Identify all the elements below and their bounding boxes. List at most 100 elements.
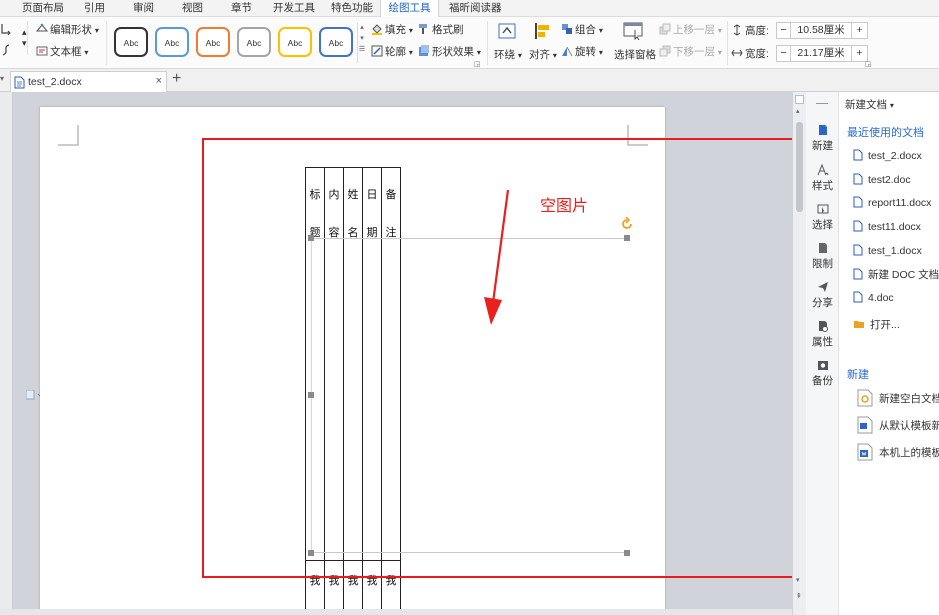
dialog-launcher-icon[interactable]: ◲	[865, 60, 872, 68]
recent-document-item[interactable]: test_2.docx	[853, 149, 922, 162]
recent-document-item[interactable]: 4.doc	[853, 291, 894, 304]
shape-style-3[interactable]: Abc	[196, 27, 230, 57]
recent-document-item[interactable]: test11.docx	[853, 220, 921, 233]
rail-item-restrict[interactable]: 限制	[806, 242, 839, 271]
dropdown-arrow-icon[interactable]: ▾	[22, 36, 27, 50]
outline-button[interactable]: 轮廓 ▾	[371, 45, 413, 60]
edit-shape-label: 编辑形状	[50, 24, 92, 36]
tab-references[interactable]: 引用	[84, 0, 105, 17]
height-input[interactable]: 10.58厘米	[792, 23, 850, 38]
height-decrease-button[interactable]: −	[777, 23, 791, 38]
close-tab-icon[interactable]: ×	[156, 75, 162, 87]
document-tab[interactable]: test_2.docx ×	[10, 71, 167, 92]
scroll-down-icon[interactable]: ▾	[796, 576, 800, 584]
tab-special-features[interactable]: 特色功能	[331, 0, 373, 17]
bring-forward-button[interactable]: 上移一层 ▾	[659, 23, 722, 38]
scroll-settings-icon[interactable]	[795, 95, 804, 104]
textbox-button[interactable]: 文本框 ▾	[36, 45, 88, 60]
fill-button[interactable]: 填充 ▾	[371, 23, 413, 38]
open-document-button[interactable]: 打开...	[853, 317, 900, 332]
previous-page-icon[interactable]: ⇞	[796, 592, 802, 600]
recent-document-item[interactable]: test2.doc	[853, 173, 911, 186]
horizontal-scrollbar[interactable]	[0, 609, 792, 615]
width-increase-button[interactable]: +	[851, 46, 867, 61]
recent-document-item[interactable]: report11.docx	[853, 196, 931, 209]
curve-connector-icon[interactable]	[0, 22, 12, 36]
rotate-button[interactable]: 旋转 ▾	[561, 45, 603, 60]
edit-shape-button[interactable]: 编辑形状 ▾	[36, 23, 99, 38]
rail-item-backup[interactable]: 备份	[806, 359, 839, 388]
wrap-text-icon	[498, 23, 516, 39]
restrict-icon	[818, 243, 827, 253]
sidebar-rail: 新建 样式 选择 限制 分享 属性 备份	[806, 92, 839, 615]
rail-item-new[interactable]: 新建	[806, 124, 839, 153]
recent-document-item[interactable]: test_1.docx	[853, 244, 922, 257]
style-gallery-scroller[interactable]: ▴ ▾ ☰	[357, 23, 366, 63]
selection-pane-button[interactable]: 选择窗格	[614, 48, 656, 62]
scrollbar-thumb[interactable]	[796, 122, 803, 212]
share-icon	[817, 282, 828, 292]
wrap-button[interactable]: 环绕 ▾	[494, 48, 522, 63]
scroll-up-icon[interactable]: ▴	[796, 107, 800, 115]
width-stepper[interactable]: − 21.17厘米 +	[776, 45, 868, 62]
height-increase-button[interactable]: +	[851, 23, 867, 38]
shape-style-6[interactable]: Abc	[319, 27, 353, 57]
tab-chapter[interactable]: 章节	[231, 0, 252, 17]
tab-developer[interactable]: 开发工具	[273, 0, 315, 17]
width-decrease-button[interactable]: −	[777, 46, 791, 61]
tab-page-layout[interactable]: 页面布局	[22, 0, 64, 17]
tab-review[interactable]: 审阅	[133, 0, 154, 17]
format-painter-button[interactable]: 格式刷	[418, 23, 464, 37]
width-icon	[731, 49, 743, 57]
bring-forward-icon	[659, 23, 671, 35]
recent-document-item[interactable]: 新建 DOC 文档.	[853, 267, 939, 282]
rail-item-style[interactable]: 样式	[806, 164, 839, 193]
ribbon-separator	[106, 21, 107, 65]
shape-style-4[interactable]: Abc	[237, 27, 271, 57]
style-icon	[817, 164, 828, 176]
ribbon-separator	[727, 21, 728, 65]
edit-shape-icon	[36, 23, 48, 32]
new-document-icon	[818, 125, 827, 135]
shape-style-5[interactable]: Abc	[278, 27, 312, 57]
shape-style-2[interactable]: Abc	[155, 27, 189, 57]
rotate-icon	[562, 46, 573, 57]
new-from-default-template-button[interactable]: 从默认模板新	[857, 416, 939, 434]
document-file-icon	[853, 268, 863, 280]
rotate-label: 旋转	[575, 46, 596, 58]
freeform-curve-icon[interactable]	[0, 43, 12, 57]
rail-item-share[interactable]: 分享	[806, 281, 839, 310]
rail-item-properties[interactable]: 属性	[806, 320, 839, 349]
send-backward-button[interactable]: 下移一层 ▾	[659, 45, 722, 60]
dialog-launcher-icon[interactable]: ◲	[474, 60, 481, 68]
new-tab-button[interactable]: +	[172, 70, 181, 88]
rail-item-select[interactable]: 选择	[806, 203, 839, 232]
selection-pane-label: 选择窗格	[614, 49, 656, 61]
vertical-scrollbar[interactable]: ▴ ▾ ⇞	[792, 92, 806, 615]
left-navigation-strip	[0, 92, 13, 615]
group-label: 组合	[575, 24, 596, 36]
send-backward-label: 下移一层	[673, 46, 715, 58]
backup-icon	[817, 361, 828, 370]
group-button[interactable]: 组合 ▾	[561, 23, 603, 38]
new-document-dropdown[interactable]: 新建文档 ▾	[845, 97, 894, 112]
tab-list-dropdown-icon[interactable]: ▾	[0, 74, 4, 83]
width-field-label: 宽度:	[731, 47, 769, 61]
document-side-panel: 新建文档 ▾ 最近使用的文档 test_2.docx test2.doc rep…	[839, 92, 939, 615]
word-document-icon	[14, 76, 25, 89]
align-button[interactable]: 对齐 ▾	[529, 48, 557, 63]
template-document-icon	[857, 416, 873, 434]
tab-drawing-tools[interactable]: 绘图工具	[380, 0, 439, 17]
shape-effects-label: 形状效果	[432, 46, 474, 58]
wrap-label: 环绕	[494, 49, 515, 61]
local-templates-button[interactable]: 本机上的模板	[857, 443, 939, 461]
new-blank-document-button[interactable]: 新建空白文档	[857, 389, 939, 407]
ribbon-separator	[27, 21, 28, 55]
tab-foxit-reader[interactable]: 福昕阅读器	[449, 0, 502, 17]
tab-view[interactable]: 视图	[182, 0, 203, 17]
height-stepper[interactable]: − 10.58厘米 +	[776, 22, 868, 39]
shape-style-1[interactable]: Abc	[114, 27, 148, 57]
width-input[interactable]: 21.17厘米	[792, 46, 850, 61]
shape-effects-button[interactable]: 形状效果 ▾	[418, 45, 481, 60]
rail-collapse-icon[interactable]	[816, 103, 828, 104]
